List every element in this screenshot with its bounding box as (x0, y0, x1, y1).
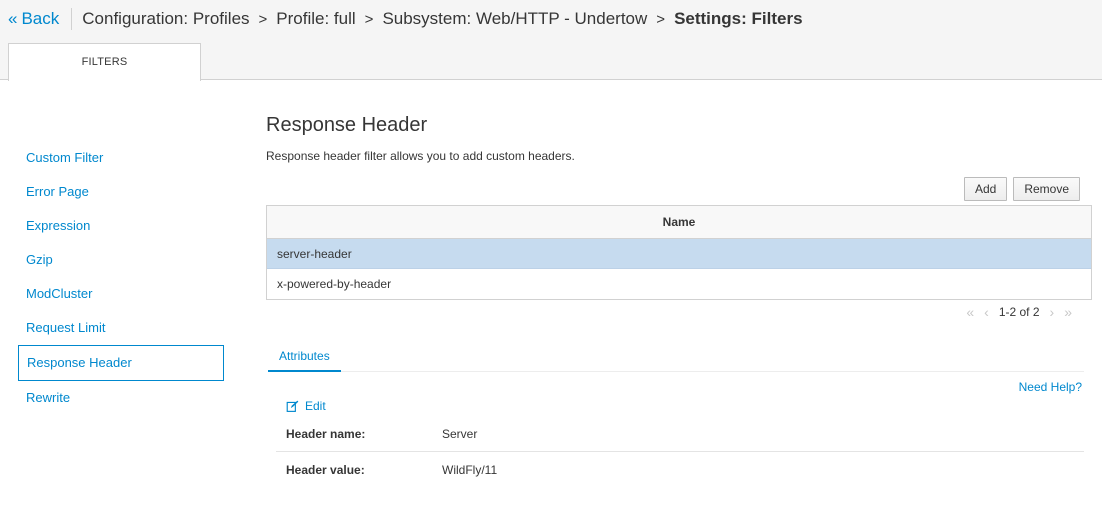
attribute-value: WildFly/11 (442, 462, 498, 477)
breadcrumb-subsystem[interactable]: Subsystem: Web/HTTP - Undertow (382, 9, 647, 29)
back-label: Back (21, 9, 60, 28)
sidebar-item-response-header[interactable]: Response Header (18, 345, 224, 381)
pager: « ‹ 1-2 of 2 › » (966, 304, 1072, 320)
pager-status: 1-2 of 2 (998, 305, 1040, 319)
attribute-key: Header value: (286, 462, 365, 477)
header-bar: « Back Configuration: Profiles > Profile… (0, 0, 1102, 81)
headers-table: Name server-header x-powered-by-header (266, 205, 1092, 300)
sidebar-item-expression[interactable]: Expression (18, 209, 224, 243)
back-link[interactable]: « Back (8, 8, 73, 30)
double-chevron-left-icon[interactable]: « (966, 304, 974, 320)
attribute-row-header-value: Header value: WildFly/11 (276, 452, 1084, 487)
edit-icon (286, 400, 299, 412)
breadcrumb-profile[interactable]: Profile: full (276, 9, 355, 29)
need-help-link[interactable]: Need Help? (1019, 380, 1082, 394)
table-row[interactable]: server-header (267, 239, 1091, 269)
sidebar-item-request-limit[interactable]: Request Limit (18, 311, 224, 345)
detail-tabs: Attributes (268, 347, 1084, 372)
sidebar-item-custom-filter[interactable]: Custom Filter (18, 141, 224, 175)
add-button[interactable]: Add (963, 177, 1008, 201)
sidebar-item-modcluster[interactable]: ModCluster (18, 277, 224, 311)
table-toolbar: Add Remove (963, 177, 1080, 201)
table-row[interactable]: x-powered-by-header (267, 269, 1091, 299)
chevron-right-icon[interactable]: › (1050, 304, 1055, 320)
chevron-right-icon: > (258, 10, 268, 28)
chevron-right-icon: > (656, 10, 666, 28)
sidebar-item-gzip[interactable]: Gzip (18, 243, 224, 277)
edit-label: Edit (305, 399, 326, 413)
double-chevron-left-icon: « (8, 9, 18, 28)
sidebar-item-rewrite[interactable]: Rewrite (18, 381, 224, 415)
remove-button[interactable]: Remove (1013, 177, 1080, 201)
breadcrumb: « Back Configuration: Profiles > Profile… (8, 8, 803, 30)
page-title: Response Header (266, 114, 428, 136)
tab-attributes[interactable]: Attributes (268, 347, 341, 372)
breadcrumb-current: Settings: Filters (674, 9, 803, 28)
attribute-row-header-name: Header name: Server (276, 417, 1084, 452)
breadcrumb-configuration-profiles[interactable]: Configuration: Profiles (82, 9, 249, 29)
attribute-key: Header name: (286, 427, 366, 441)
filters-sidebar: Custom Filter Error Page Expression Gzip… (18, 141, 224, 415)
attribute-value: Server (442, 427, 478, 441)
chevron-right-icon: > (364, 10, 374, 28)
chevron-left-icon[interactable]: ‹ (984, 304, 989, 320)
sidebar-item-error-page[interactable]: Error Page (18, 175, 224, 209)
column-header-name[interactable]: Name (267, 206, 1091, 239)
attributes-list: Header name: Server Header value: WildFl… (276, 417, 1084, 487)
edit-link[interactable]: Edit (286, 399, 326, 413)
double-chevron-right-icon[interactable]: » (1064, 304, 1072, 320)
main-content: Response Header Response header filter a… (266, 112, 1092, 477)
tab-filters[interactable]: FILTERS (8, 43, 201, 81)
page-description: Response header filter allows you to add… (266, 149, 575, 163)
